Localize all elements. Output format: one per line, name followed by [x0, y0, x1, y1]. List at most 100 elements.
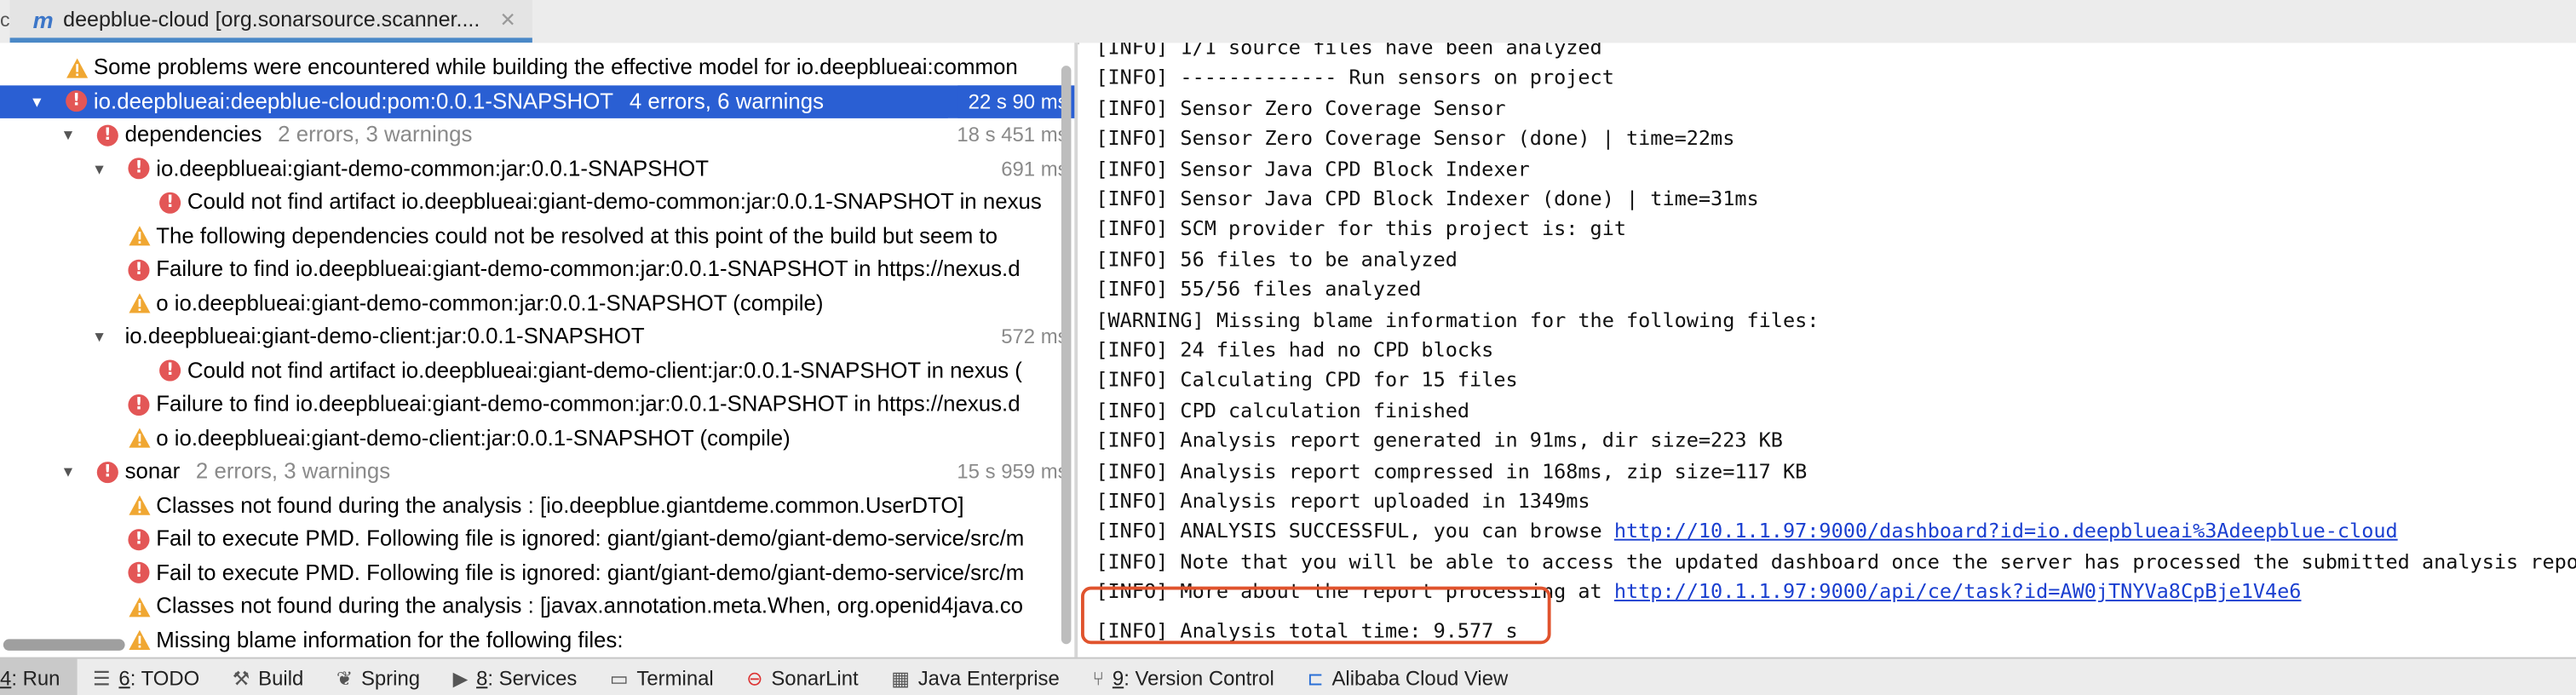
tool-label-text: Build	[258, 666, 304, 690]
console-output[interactable]: [INFO] 1/1 source files have been analyz…	[1079, 43, 2576, 658]
expand-triangle-icon[interactable]: ▼	[92, 320, 106, 354]
tree-row[interactable]: Some problems were encountered while bui…	[0, 51, 1078, 85]
tree-row[interactable]: o io.deepblueai:giant-demo-common:jar:0.…	[0, 287, 1078, 321]
tool-label: SonarLint	[771, 666, 858, 689]
tree-vertical-scrollbar[interactable]	[1061, 66, 1072, 645]
tree-row[interactable]: The following dependencies could not be …	[0, 220, 1078, 254]
tree-row-label: o io.deepblueai:giant-demo-client:jar:0.…	[156, 424, 791, 450]
console-text: [INFO] Sensor Java CPD Block Indexer	[1095, 157, 1530, 181]
tree-row[interactable]: o io.deepblueai:giant-demo-client:jar:0.…	[0, 422, 1078, 456]
close-icon[interactable]: ✕	[500, 8, 516, 31]
duration-label: 22 s 90 ms	[958, 84, 1068, 118]
expand-triangle-icon[interactable]: ▼	[92, 152, 106, 186]
problem-count: 2 errors, 3 warnings	[189, 458, 391, 484]
console-line: [INFO] Sensor Java CPD Block Indexer (do…	[1095, 184, 1758, 214]
list-icon: ☰	[93, 666, 111, 690]
tab-overflow-mark: c	[0, 8, 10, 32]
tool-sonarlint[interactable]: ⊖ SonarLint	[730, 659, 875, 695]
console-text: [INFO] Calculating CPD for 15 files	[1095, 368, 1518, 392]
warning-icon	[128, 225, 151, 246]
tool-label: 4: Run	[0, 666, 60, 689]
tree-row[interactable]: Could not find artifact io.deepblueai:gi…	[0, 186, 1078, 220]
error-icon	[96, 461, 118, 483]
console-line: [INFO] CPD calculation finished	[1095, 396, 1469, 426]
tree-row[interactable]: Failure to find io.deepblueai:giant-demo…	[0, 388, 1078, 422]
tool-java-enterprise[interactable]: ▦ Java Enterprise	[875, 659, 1076, 695]
tree-row[interactable]: ▼ io.deepblueai:giant-demo-client:jar:0.0…	[0, 320, 1078, 354]
tree-row-label: sonar	[124, 458, 181, 484]
warning-icon	[128, 495, 151, 516]
tree-row[interactable]: Classes not found during the analysis : …	[0, 489, 1078, 523]
tool-version-control[interactable]: ⑂ 9: Version Control	[1076, 659, 1291, 695]
tool-run[interactable]: 4: Run	[0, 658, 77, 695]
tree-row[interactable]: ▼ io.deepblueai:deepblue-cloud:pom:0.0.1-…	[0, 84, 1078, 118]
duration-label: 691 ms	[991, 152, 1068, 186]
tree-row-label: Missing blame information for the follow…	[156, 626, 624, 652]
tool-label: Java Enterprise	[918, 666, 1060, 689]
tool-alibaba[interactable]: ⊏ Alibaba Cloud View	[1291, 659, 1524, 695]
bottom-tool-window-bar: 4: Run ☰ 6: TODO ⚒ Build ❦ Spring ▶ 8: Services ▭…	[0, 657, 2576, 695]
tool-services[interactable]: ▶ 8: Services	[436, 659, 593, 695]
tree-row[interactable]: Fail to execute PMD. Following file is i…	[0, 556, 1078, 590]
build-tree-panel: Some problems were encountered while bui…	[0, 43, 1078, 658]
problem-count: 4 errors, 6 warnings	[623, 88, 825, 113]
tree-row-label: Classes not found during the analysis : …	[156, 491, 964, 517]
tool-label: 6: TODO	[118, 666, 199, 689]
tool-terminal[interactable]: ▭ Terminal	[594, 659, 730, 695]
tree-row[interactable]: Classes not found during the analysis : …	[0, 590, 1078, 624]
error-icon	[159, 359, 181, 382]
tool-todo[interactable]: ☰ 6: TODO	[77, 659, 216, 695]
expand-triangle-icon[interactable]: ▼	[30, 84, 44, 118]
tab-title: deepblue-cloud [org.sonarsource.scanner.…	[63, 6, 480, 32]
warning-icon	[128, 595, 151, 617]
tree-row-label: Could not find artifact io.deepblueai:gi…	[187, 188, 1042, 214]
tree-row[interactable]: ▼ dependencies 2 errors, 3 warnings 18 s 4…	[0, 118, 1078, 152]
console-text: [INFO] 1/1 source files have been analyz…	[1095, 43, 1602, 60]
expand-triangle-icon[interactable]: ▼	[60, 118, 75, 152]
tool-label: Build	[258, 666, 303, 689]
tree-row[interactable]: Failure to find io.deepblueai:giant-demo…	[0, 253, 1078, 287]
tool-shortcut-number: 8	[476, 666, 488, 690]
error-icon	[66, 90, 88, 112]
console-line: [INFO] Sensor Zero Coverage Sensor	[1095, 94, 1505, 123]
console-line: [INFO] Note that you will be able to acc…	[1095, 547, 2576, 577]
warning-icon	[66, 57, 89, 78]
console-text: [INFO] ------------- Run sensors on proj…	[1095, 66, 1614, 89]
tree-row[interactable]: Missing blame information for the follow…	[0, 623, 1078, 658]
tree-row-label: Classes not found during the analysis : …	[156, 593, 1024, 618]
console-text: [INFO] CPD calculation finished	[1095, 399, 1470, 422]
console-line: [INFO] SCM provider for this project is:…	[1095, 215, 1626, 244]
maven-icon: m	[32, 5, 54, 32]
console-link[interactable]: http://10.1.1.97:9000/dashboard?id=io.de…	[1614, 520, 2398, 543]
tool-label-text: Terminal	[636, 666, 714, 690]
console-line: [INFO] 24 files had no CPD blocks	[1095, 336, 1493, 365]
tree-row-label: io.deepblueai:giant-demo-client:jar:0.0.…	[124, 324, 645, 348]
error-icon	[128, 528, 150, 550]
console-line: [WARNING] Missing blame information for …	[1095, 305, 1819, 335]
console-text: [WARNING] Missing blame information for …	[1095, 307, 1820, 331]
console-text: [INFO] Sensor Zero Coverage Sensor (done…	[1095, 126, 1735, 150]
alibaba-cloud-icon: ⊏	[1307, 666, 1324, 690]
tree-row-label: Could not find artifact io.deepblueai:gi…	[187, 357, 1022, 382]
tree-row[interactable]: Could not find artifact io.deepblueai:gi…	[0, 354, 1078, 388]
console-line: [INFO] ANALYSIS SUCCESSFUL, you can brow…	[1095, 516, 2397, 546]
error-icon	[128, 158, 150, 180]
console-line: [INFO] Calculating CPD for 15 files	[1095, 365, 1517, 395]
tree-row[interactable]: Fail to execute PMD. Following file is i…	[0, 522, 1078, 556]
tool-spring[interactable]: ❦ Spring	[320, 659, 437, 695]
tree-row[interactable]: ▼ sonar 2 errors, 3 warnings 15 s 959 ms	[0, 455, 1078, 489]
tool-build[interactable]: ⚒ Build	[216, 659, 319, 695]
tool-label-text: : Version Control	[1124, 666, 1274, 690]
expand-triangle-icon[interactable]: ▼	[60, 455, 75, 489]
console-line: [INFO] Sensor Java CPD Block Indexer	[1095, 154, 1529, 184]
tool-label-text: : Run	[11, 666, 60, 690]
panel-splitter[interactable]	[1074, 43, 1078, 658]
tree-row-label: Fail to execute PMD. Following file is i…	[156, 526, 1025, 551]
console-text: [INFO] 24 files had no CPD blocks	[1095, 338, 1494, 362]
tab-run-config[interactable]: m deepblue-cloud [org.sonarsource.scanne…	[9, 0, 533, 43]
tree-horizontal-scrollbar[interactable]	[3, 639, 125, 651]
console-line: [INFO] 56 files to be analyzed	[1095, 244, 1458, 274]
console-text: [INFO] 56 files to be analyzed	[1095, 247, 1458, 271]
console-link[interactable]: http://10.1.1.97:9000/api/ce/task?id=AW0…	[1614, 580, 2302, 603]
tree-row[interactable]: ▼ io.deepblueai:giant-demo-common:jar:0.0…	[0, 152, 1078, 186]
